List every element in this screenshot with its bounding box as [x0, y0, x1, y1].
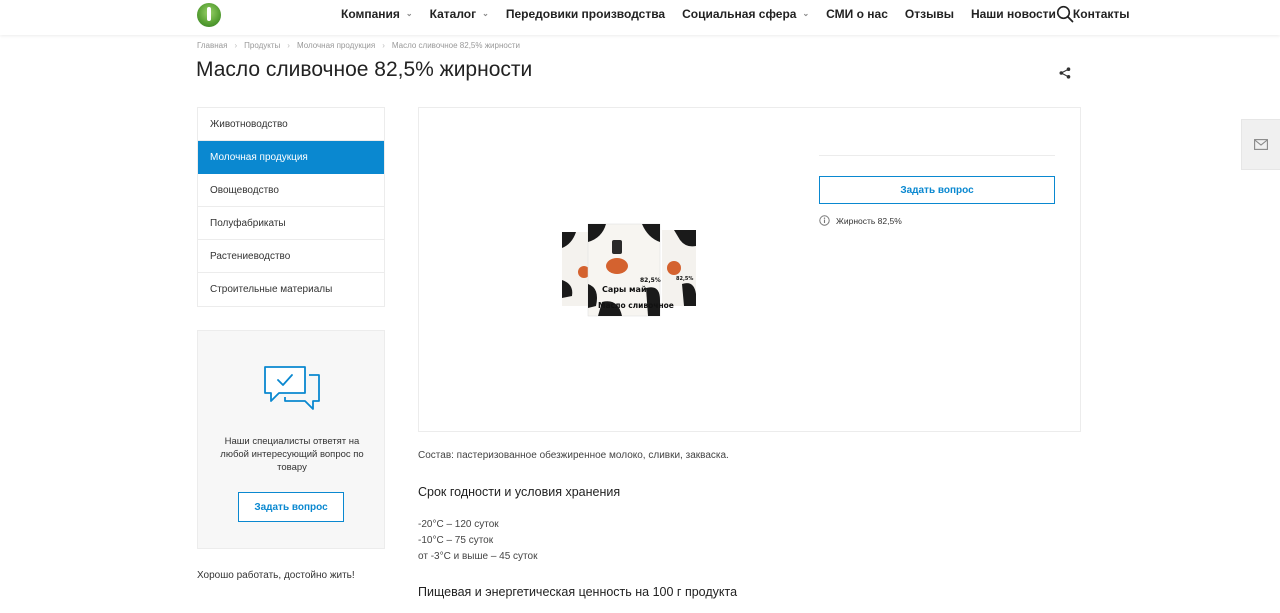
product-percent-text: 82,5% — [640, 277, 661, 284]
breadcrumb-dairy[interactable]: Молочная продукция — [297, 41, 375, 50]
product-card: 82,5% 82,5% Сары май Масло сливочное Зад… — [418, 107, 1081, 432]
breadcrumb-home[interactable]: Главная — [197, 41, 227, 50]
share-icon[interactable] — [1059, 67, 1071, 79]
storage-line: -20°С – 120 суток — [418, 519, 499, 530]
storage-title: Срок годности и условия хранения — [418, 485, 621, 499]
sidebar-item-livestock[interactable]: Животноводство — [198, 108, 384, 141]
chat-check-icon — [264, 366, 320, 410]
search-icon[interactable] — [1056, 5, 1074, 23]
sidebar-item-label: Животноводство — [210, 118, 288, 130]
ask-question-box: Наши специалисты ответят на любой интере… — [197, 330, 385, 549]
ask-question-button[interactable]: Задать вопрос — [819, 176, 1055, 204]
page-title: Масло сливочное 82,5% жирности — [196, 58, 533, 81]
nav-label: Контакты — [1072, 7, 1130, 21]
product-brand-text: Сары май — [602, 285, 647, 294]
nav-label: Компания — [341, 7, 400, 21]
nav-label: Отзывы — [904, 7, 954, 21]
nav-label: СМИ о нас — [826, 7, 888, 21]
ask-description: Наши специалисты ответят на любой интере… — [220, 436, 364, 473]
nav-media[interactable]: СМИ о нас — [826, 7, 888, 21]
sidebar-menu: Животноводство Молочная продукция Овощев… — [197, 107, 385, 307]
breadcrumb-separator: › — [382, 41, 385, 50]
property-fat: Жирность 82,5% — [836, 215, 902, 226]
slogan: Хорошо работать, достойно жить! — [197, 570, 355, 581]
breadcrumb-products[interactable]: Продукты — [244, 41, 280, 50]
breadcrumb-current: Масло сливочное 82,5% жирности — [391, 41, 520, 50]
nav-catalog[interactable]: Каталог ⌄ — [430, 7, 489, 21]
breadcrumb-separator: › — [287, 41, 290, 50]
chevron-down-icon: ⌄ — [802, 8, 810, 18]
divider — [819, 155, 1055, 156]
product-percent-text: 82,5% — [676, 276, 693, 282]
nutrition-title: Пищевая и энергетическая ценность на 100… — [418, 585, 738, 599]
breadcrumb: Главная › Продукты › Молочная продукция › М… — [197, 41, 527, 50]
nav-label: Передовики производства — [505, 7, 666, 21]
chevron-down-icon: ⌄ — [482, 8, 489, 18]
sidebar-item-label: Молочная продукция — [210, 151, 308, 163]
sidebar-item-crops[interactable]: Растениеводство — [198, 240, 384, 273]
sidebar-item-dairy[interactable]: Молочная продукция — [198, 141, 384, 174]
storage-line: -10°С – 75 суток — [418, 535, 494, 546]
product-property: Жирность 82,5% — [819, 215, 902, 226]
nav-contacts[interactable]: Контакты — [1073, 7, 1130, 21]
storage-line: от -3°С и выше – 45 суток — [418, 551, 538, 562]
sidebar-item-label: Растениеводство — [210, 250, 291, 262]
chevron-down-icon: ⌄ — [405, 8, 413, 18]
info-icon — [819, 215, 830, 226]
main-nav: Компания ⌄ Каталог ⌄ Передовики производст… — [341, 0, 1147, 28]
product-name-text: Масло сливочное — [598, 301, 674, 310]
mail-icon — [1254, 139, 1268, 150]
storage-list: -20°С – 120 суток -10°С – 75 суток от -3… — [418, 517, 537, 565]
site-header: Компания ⌄ Каталог ⌄ Передовики производст… — [0, 0, 1280, 35]
composition-text: Состав: пастеризованное обезжиренное мол… — [418, 450, 729, 461]
nav-news[interactable]: Наши новости — [971, 7, 1056, 21]
feedback-tab[interactable] — [1241, 119, 1280, 170]
sidebar-item-vegetables[interactable]: Овощеводство — [198, 174, 384, 207]
nav-label: Социальная сфера — [682, 7, 797, 21]
sidebar-item-label: Строительные материалы — [210, 284, 333, 295]
nav-leaders[interactable]: Передовики производства — [506, 7, 665, 21]
breadcrumb-separator: › — [234, 41, 238, 50]
sidebar-item-semi-finished[interactable]: Полуфабрикаты — [198, 207, 384, 240]
nav-label: Наши новости — [970, 7, 1056, 21]
ask-question-button[interactable]: Задать вопрос — [238, 492, 344, 522]
nav-label: Каталог — [429, 7, 477, 21]
nav-reviews[interactable]: Отзывы — [905, 7, 954, 21]
nav-social[interactable]: Социальная сфера ⌄ — [682, 7, 809, 21]
nav-company[interactable]: Компания ⌄ — [341, 7, 413, 21]
product-image[interactable]: 82,5% 82,5% Сары май Масло сливочное — [562, 222, 702, 318]
sidebar-item-label: Полуфабрикаты — [210, 217, 286, 229]
logo[interactable] — [197, 3, 221, 27]
sidebar-item-building[interactable]: Строительные материалы — [198, 273, 384, 306]
sidebar-item-label: Овощеводство — [210, 184, 279, 196]
